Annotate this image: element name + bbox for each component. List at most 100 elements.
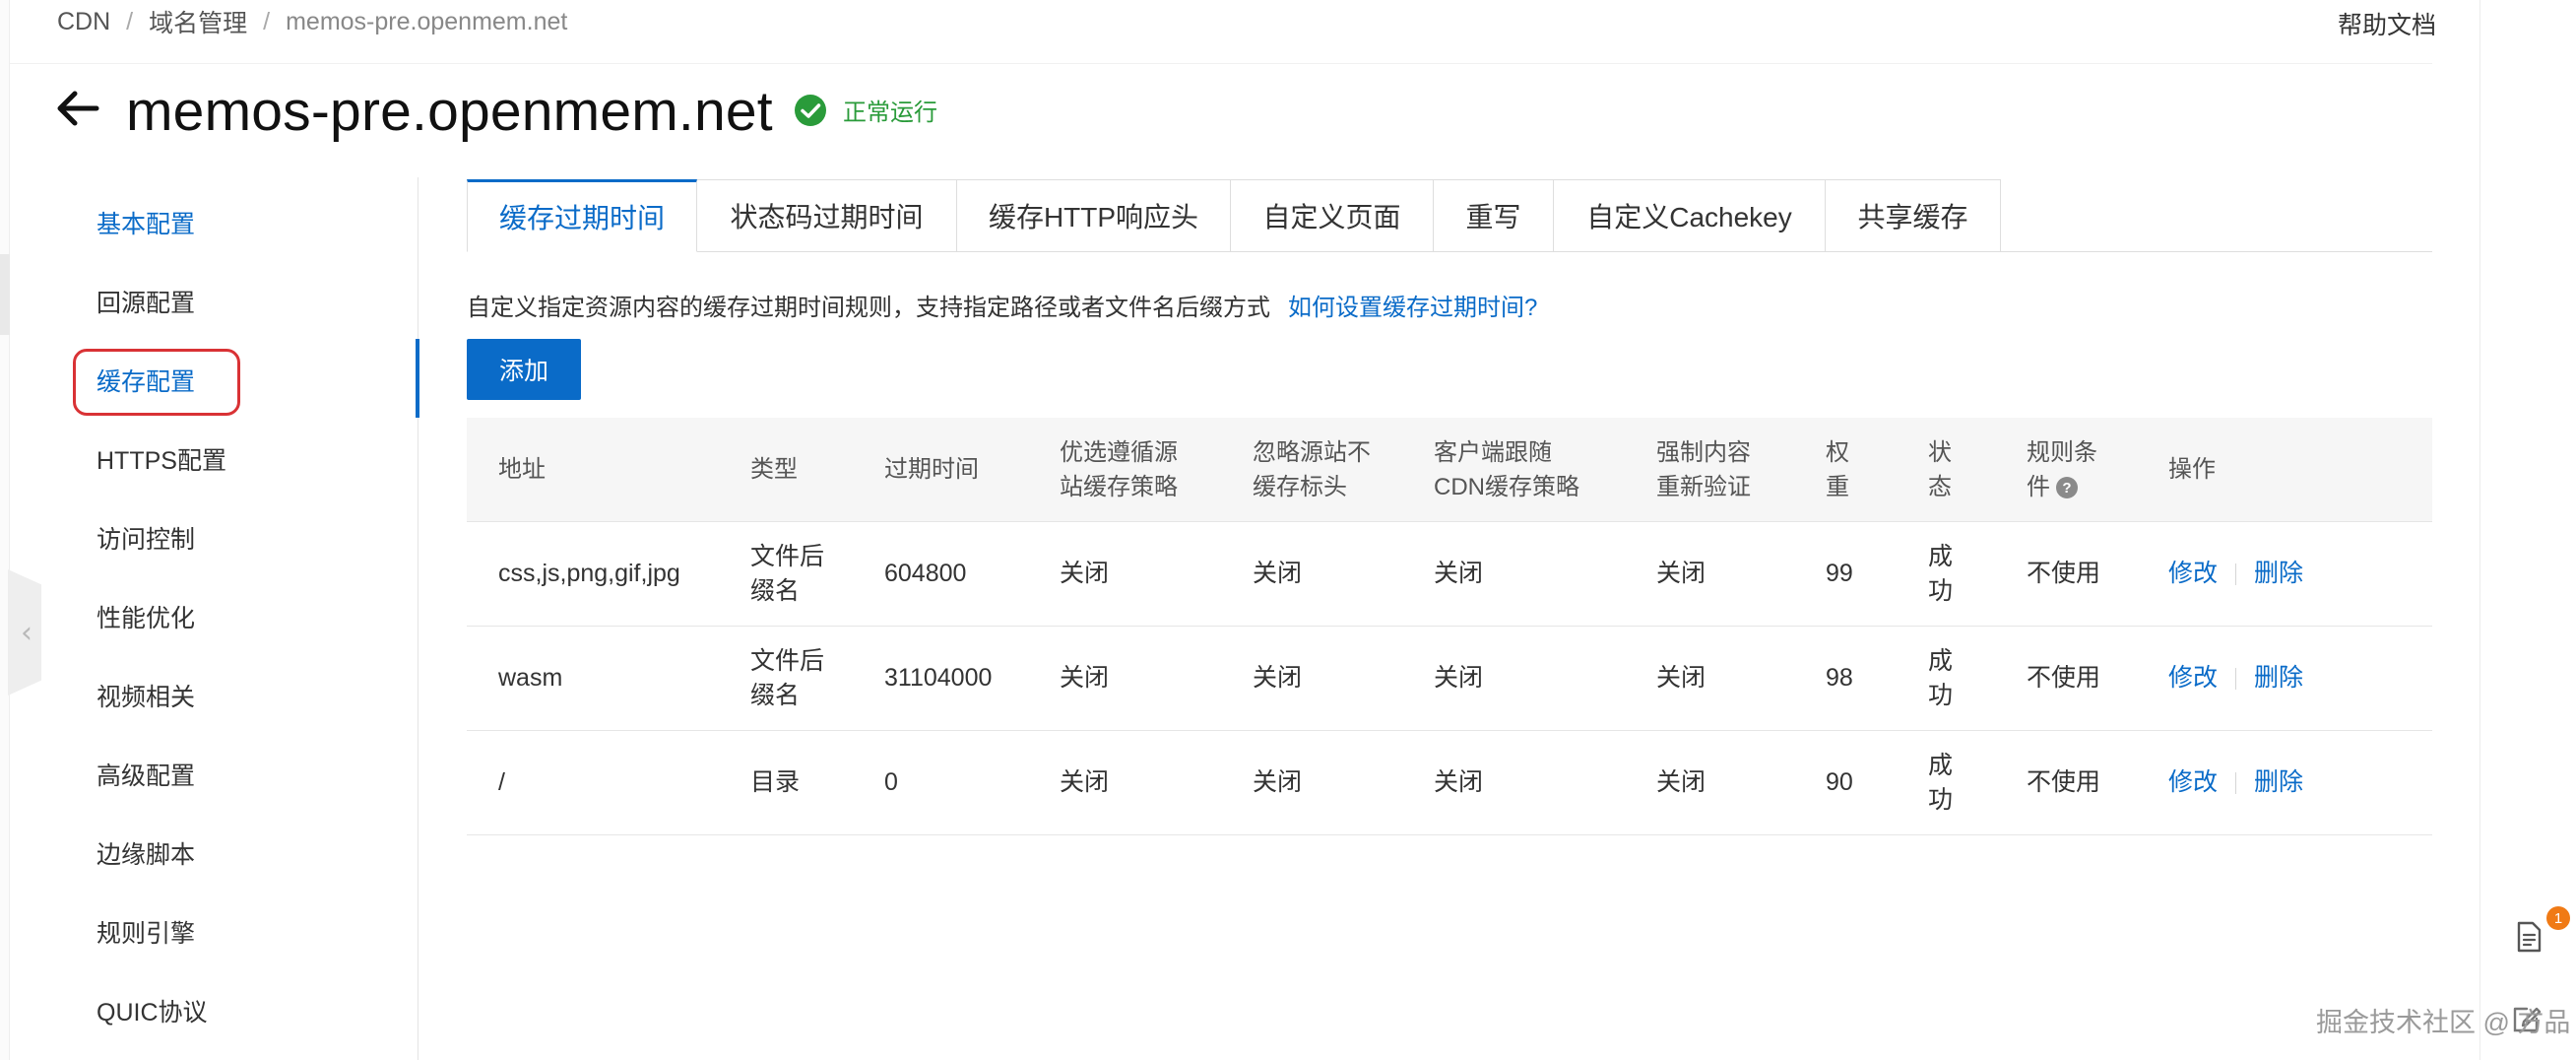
cell-type: 文件后 缀名 [750, 542, 825, 605]
cell-address: / [498, 768, 505, 796]
cell-address: wasm [498, 664, 563, 692]
header-expire: 过期时间 [884, 456, 979, 483]
document-icon [2517, 921, 2542, 953]
sidebar-item-cache-config[interactable]: 缓存配置 [97, 363, 195, 398]
description: 自定义指定资源内容的缓存过期时间规则，支持指定路径或者文件名后缀方式 如何设置缓… [467, 288, 1537, 322]
arrow-left-icon [57, 91, 99, 126]
header-actions: 操作 [2168, 456, 2216, 483]
action-separator [2235, 771, 2237, 794]
edit-link[interactable]: 修改 [2168, 661, 2218, 696]
cell-state: 成 功 [1928, 542, 1954, 605]
status-indicator: 正常运行 [794, 93, 937, 127]
check-circle-icon [795, 94, 826, 126]
header-state: 状 态 [1928, 438, 1952, 500]
floating-doc-button[interactable] [2509, 916, 2548, 958]
table-row: css,js,png,gif,jpg 文件后 缀名 604800 关闭 关闭 关… [467, 522, 2432, 627]
table-row: / 目录 0 关闭 关闭 关闭 关闭 90 成 功 不使用 修改 删除 [467, 731, 2432, 835]
cell-client-follow: 关闭 [1434, 664, 1484, 692]
header-ignore-origin: 忽略源站不 缓存标头 [1253, 438, 1371, 500]
tab-custom-page[interactable]: 自定义页面 [1231, 179, 1434, 252]
cell-client-follow: 关闭 [1434, 768, 1484, 796]
cell-ignore-origin: 关闭 [1253, 768, 1303, 796]
cell-weight: 99 [1826, 560, 1853, 587]
edit-link[interactable]: 修改 [2168, 557, 2218, 591]
action-separator [2235, 563, 2237, 585]
cell-actions: 修改 删除 [2168, 627, 2303, 730]
sidebar-item-rule-engine[interactable]: 规则引擎 [97, 914, 195, 950]
breadcrumb-current: memos-pre.openmem.net [286, 7, 568, 35]
chevron-left-icon: ‹ [21, 615, 32, 650]
header-type: 类型 [750, 456, 798, 483]
cache-rules-table: 地址 类型 过期时间 优选遵循源 站缓存策略 忽略源站不 缓存标头 客户端跟随 … [467, 418, 2432, 835]
cell-address: css,js,png,gif,jpg [498, 560, 680, 587]
edit-link[interactable]: 修改 [2168, 765, 2218, 800]
cell-state: 成 功 [1928, 646, 1954, 709]
cell-weight: 90 [1826, 768, 1853, 796]
page-title: memos-pre.openmem.net [126, 80, 773, 143]
sidebar-divider [418, 177, 419, 1060]
cell-type: 文件后 缀名 [750, 646, 825, 709]
notification-badge: 1 [2546, 906, 2570, 930]
tab-status-code-expire[interactable]: 状态码过期时间 [697, 179, 957, 252]
tab-cache-expire[interactable]: 缓存过期时间 [467, 179, 697, 252]
breadcrumb-separator: / [126, 7, 134, 35]
sidebar-item-basic-config[interactable]: 基本配置 [97, 205, 195, 240]
cell-expire: 31104000 [884, 664, 993, 692]
delete-link[interactable]: 删除 [2254, 557, 2303, 591]
cell-client-follow: 关闭 [1434, 560, 1484, 587]
cell-weight: 98 [1826, 664, 1853, 692]
sidebar-collapse-handle[interactable]: ‹ [8, 569, 41, 696]
table-header: 地址 类型 过期时间 优选遵循源 站缓存策略 忽略源站不 缓存标头 客户端跟随 … [467, 418, 2432, 522]
description-text: 自定义指定资源内容的缓存过期时间规则，支持指定路径或者文件名后缀方式 [467, 295, 1270, 321]
header-follow-origin: 优选遵循源 站缓存策略 [1060, 438, 1178, 500]
tab-cache-http-header[interactable]: 缓存HTTP响应头 [957, 179, 1231, 252]
tab-rewrite[interactable]: 重写 [1434, 179, 1554, 252]
sidebar-item-edge-script[interactable]: 边缘脚本 [97, 835, 195, 871]
cell-ignore-origin: 关闭 [1253, 560, 1303, 587]
table-row: wasm 文件后 缀名 31104000 关闭 关闭 关闭 关闭 98 成 功 … [467, 627, 2432, 731]
breadcrumb-domain-management[interactable]: 域名管理 [149, 4, 247, 39]
top-divider [10, 63, 2432, 64]
sidebar-item-access-control[interactable]: 访问控制 [97, 520, 195, 556]
breadcrumb-cdn[interactable]: CDN [57, 8, 110, 36]
header-revalidate: 强制内容 重新验证 [1656, 438, 1751, 500]
sidebar-item-advanced[interactable]: 高级配置 [97, 757, 195, 792]
watermark: 掘金技术社区 @ 方品 [2316, 1008, 2571, 1037]
cell-expire: 0 [884, 768, 898, 796]
cell-ignore-origin: 关闭 [1253, 664, 1303, 692]
breadcrumb-separator: / [263, 7, 271, 35]
tab-shared-cache[interactable]: 共享缓存 [1826, 179, 2001, 252]
header-address: 地址 [498, 456, 546, 483]
header-weight: 权 重 [1826, 438, 1849, 500]
delete-link[interactable]: 删除 [2254, 765, 2303, 800]
delete-link[interactable]: 删除 [2254, 661, 2303, 696]
left-edge-strip [0, 0, 10, 1060]
add-button[interactable]: 添加 [467, 339, 581, 400]
help-docs-link[interactable]: 帮助文档 [2338, 6, 2436, 41]
action-separator [2235, 667, 2237, 690]
right-divider [2479, 0, 2480, 1060]
cell-condition: 不使用 [2027, 664, 2101, 692]
cell-state: 成 功 [1928, 751, 1954, 814]
cell-expire: 604800 [884, 560, 967, 587]
cell-follow-origin: 关闭 [1060, 768, 1110, 796]
cell-revalidate: 关闭 [1656, 768, 1707, 796]
sidebar-active-indicator [416, 339, 419, 418]
cell-revalidate: 关闭 [1656, 664, 1707, 692]
header-client-follow: 客户端跟随 CDN缓存策略 [1434, 438, 1579, 500]
back-button[interactable] [55, 85, 100, 132]
cell-type: 目录 [750, 768, 801, 796]
sidebar-item-video[interactable]: 视频相关 [97, 678, 195, 713]
tab-custom-cachekey[interactable]: 自定义Cachekey [1554, 179, 1826, 252]
question-circle-icon[interactable]: ? [2056, 477, 2078, 499]
status-text: 正常运行 [843, 99, 937, 126]
sidebar-item-performance[interactable]: 性能优化 [97, 599, 195, 634]
cell-condition: 不使用 [2027, 768, 2101, 796]
breadcrumb: CDN / 域名管理 / memos-pre.openmem.net [57, 4, 567, 39]
help-link[interactable]: 如何设置缓存过期时间? [1288, 288, 1537, 322]
sidebar-item-origin-config[interactable]: 回源配置 [97, 284, 195, 319]
sidebar-item-quic[interactable]: QUIC协议 [97, 993, 208, 1028]
cell-revalidate: 关闭 [1656, 560, 1707, 587]
sidebar-item-https-config[interactable]: HTTPS配置 [97, 441, 226, 477]
cell-actions: 修改 删除 [2168, 731, 2303, 834]
